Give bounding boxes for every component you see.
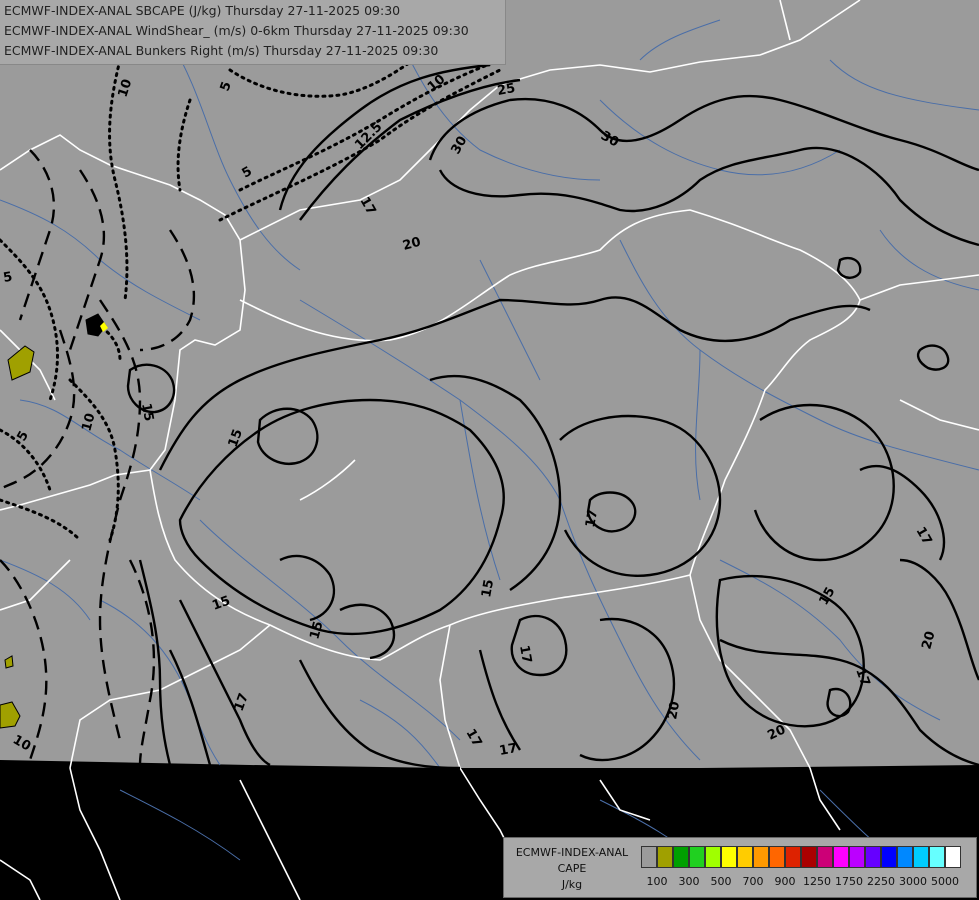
legend-tick-label: 3000 [899, 875, 927, 888]
header-line-bunkers: ECMWF-INDEX-ANAL Bunkers Right (m/s) Thu… [4, 43, 439, 58]
contour-label: 17 [516, 644, 534, 664]
header-line-windshear: ECMWF-INDEX-ANAL WindShear_ (m/s) 0-6km … [4, 23, 469, 38]
contour-label: 15 [138, 402, 156, 422]
legend-swatch [913, 846, 929, 868]
legend-swatch [849, 846, 865, 868]
legend-swatch [673, 846, 689, 868]
legend-tick-label: 900 [774, 875, 796, 888]
legend-swatch [753, 846, 769, 868]
legend-swatch [865, 846, 881, 868]
legend-swatch [721, 846, 737, 868]
contour-label: 25 [496, 81, 516, 99]
legend-tick-label: 700 [742, 875, 764, 888]
contour-label: 15 [479, 578, 497, 598]
legend-swatch [769, 846, 785, 868]
legend-swatch [801, 846, 817, 868]
legend-swatch [641, 846, 657, 868]
legend-swatch [737, 846, 753, 868]
legend-tick-label: 5000 [931, 875, 959, 888]
legend-source-label: ECMWF-INDEX-ANAL [515, 846, 629, 859]
legend-tick-label: 100 [646, 875, 668, 888]
header-title-box: ECMWF-INDEX-ANAL SBCAPE (J/kg) Thursday … [0, 0, 506, 65]
legend-variable-label: CAPE [557, 862, 587, 875]
legend-swatch [689, 846, 705, 868]
weather-map: 10 5 25 30 30 20 17 15 15 15 15 15 15 17… [0, 0, 979, 900]
legend-swatch [945, 846, 961, 868]
contour-label: 20 [665, 700, 683, 720]
legend-swatch [785, 846, 801, 868]
contour-label: 17 [498, 741, 518, 759]
legend-swatch [833, 846, 849, 868]
legend-tick-label: 2250 [867, 875, 895, 888]
legend-swatch [881, 846, 897, 868]
legend-tick-label: 1750 [835, 875, 863, 888]
legend-tick-label: 500 [710, 875, 732, 888]
legend-swatch [657, 846, 673, 868]
header-line-sbcape: ECMWF-INDEX-ANAL SBCAPE (J/kg) Thursday … [4, 3, 401, 18]
legend-tick-label: 1250 [803, 875, 831, 888]
legend-tick-label: 300 [678, 875, 700, 888]
contour-label: 17 [583, 508, 601, 528]
legend-swatch [929, 846, 945, 868]
legend-swatch [817, 846, 833, 868]
legend-swatch [705, 846, 721, 868]
cape-legend: ECMWF-INDEX-ANAL CAPE J/kg 100 300 500 700 9… [503, 837, 977, 898]
legend-unit-label: J/kg [561, 878, 583, 891]
legend-swatch [897, 846, 913, 868]
